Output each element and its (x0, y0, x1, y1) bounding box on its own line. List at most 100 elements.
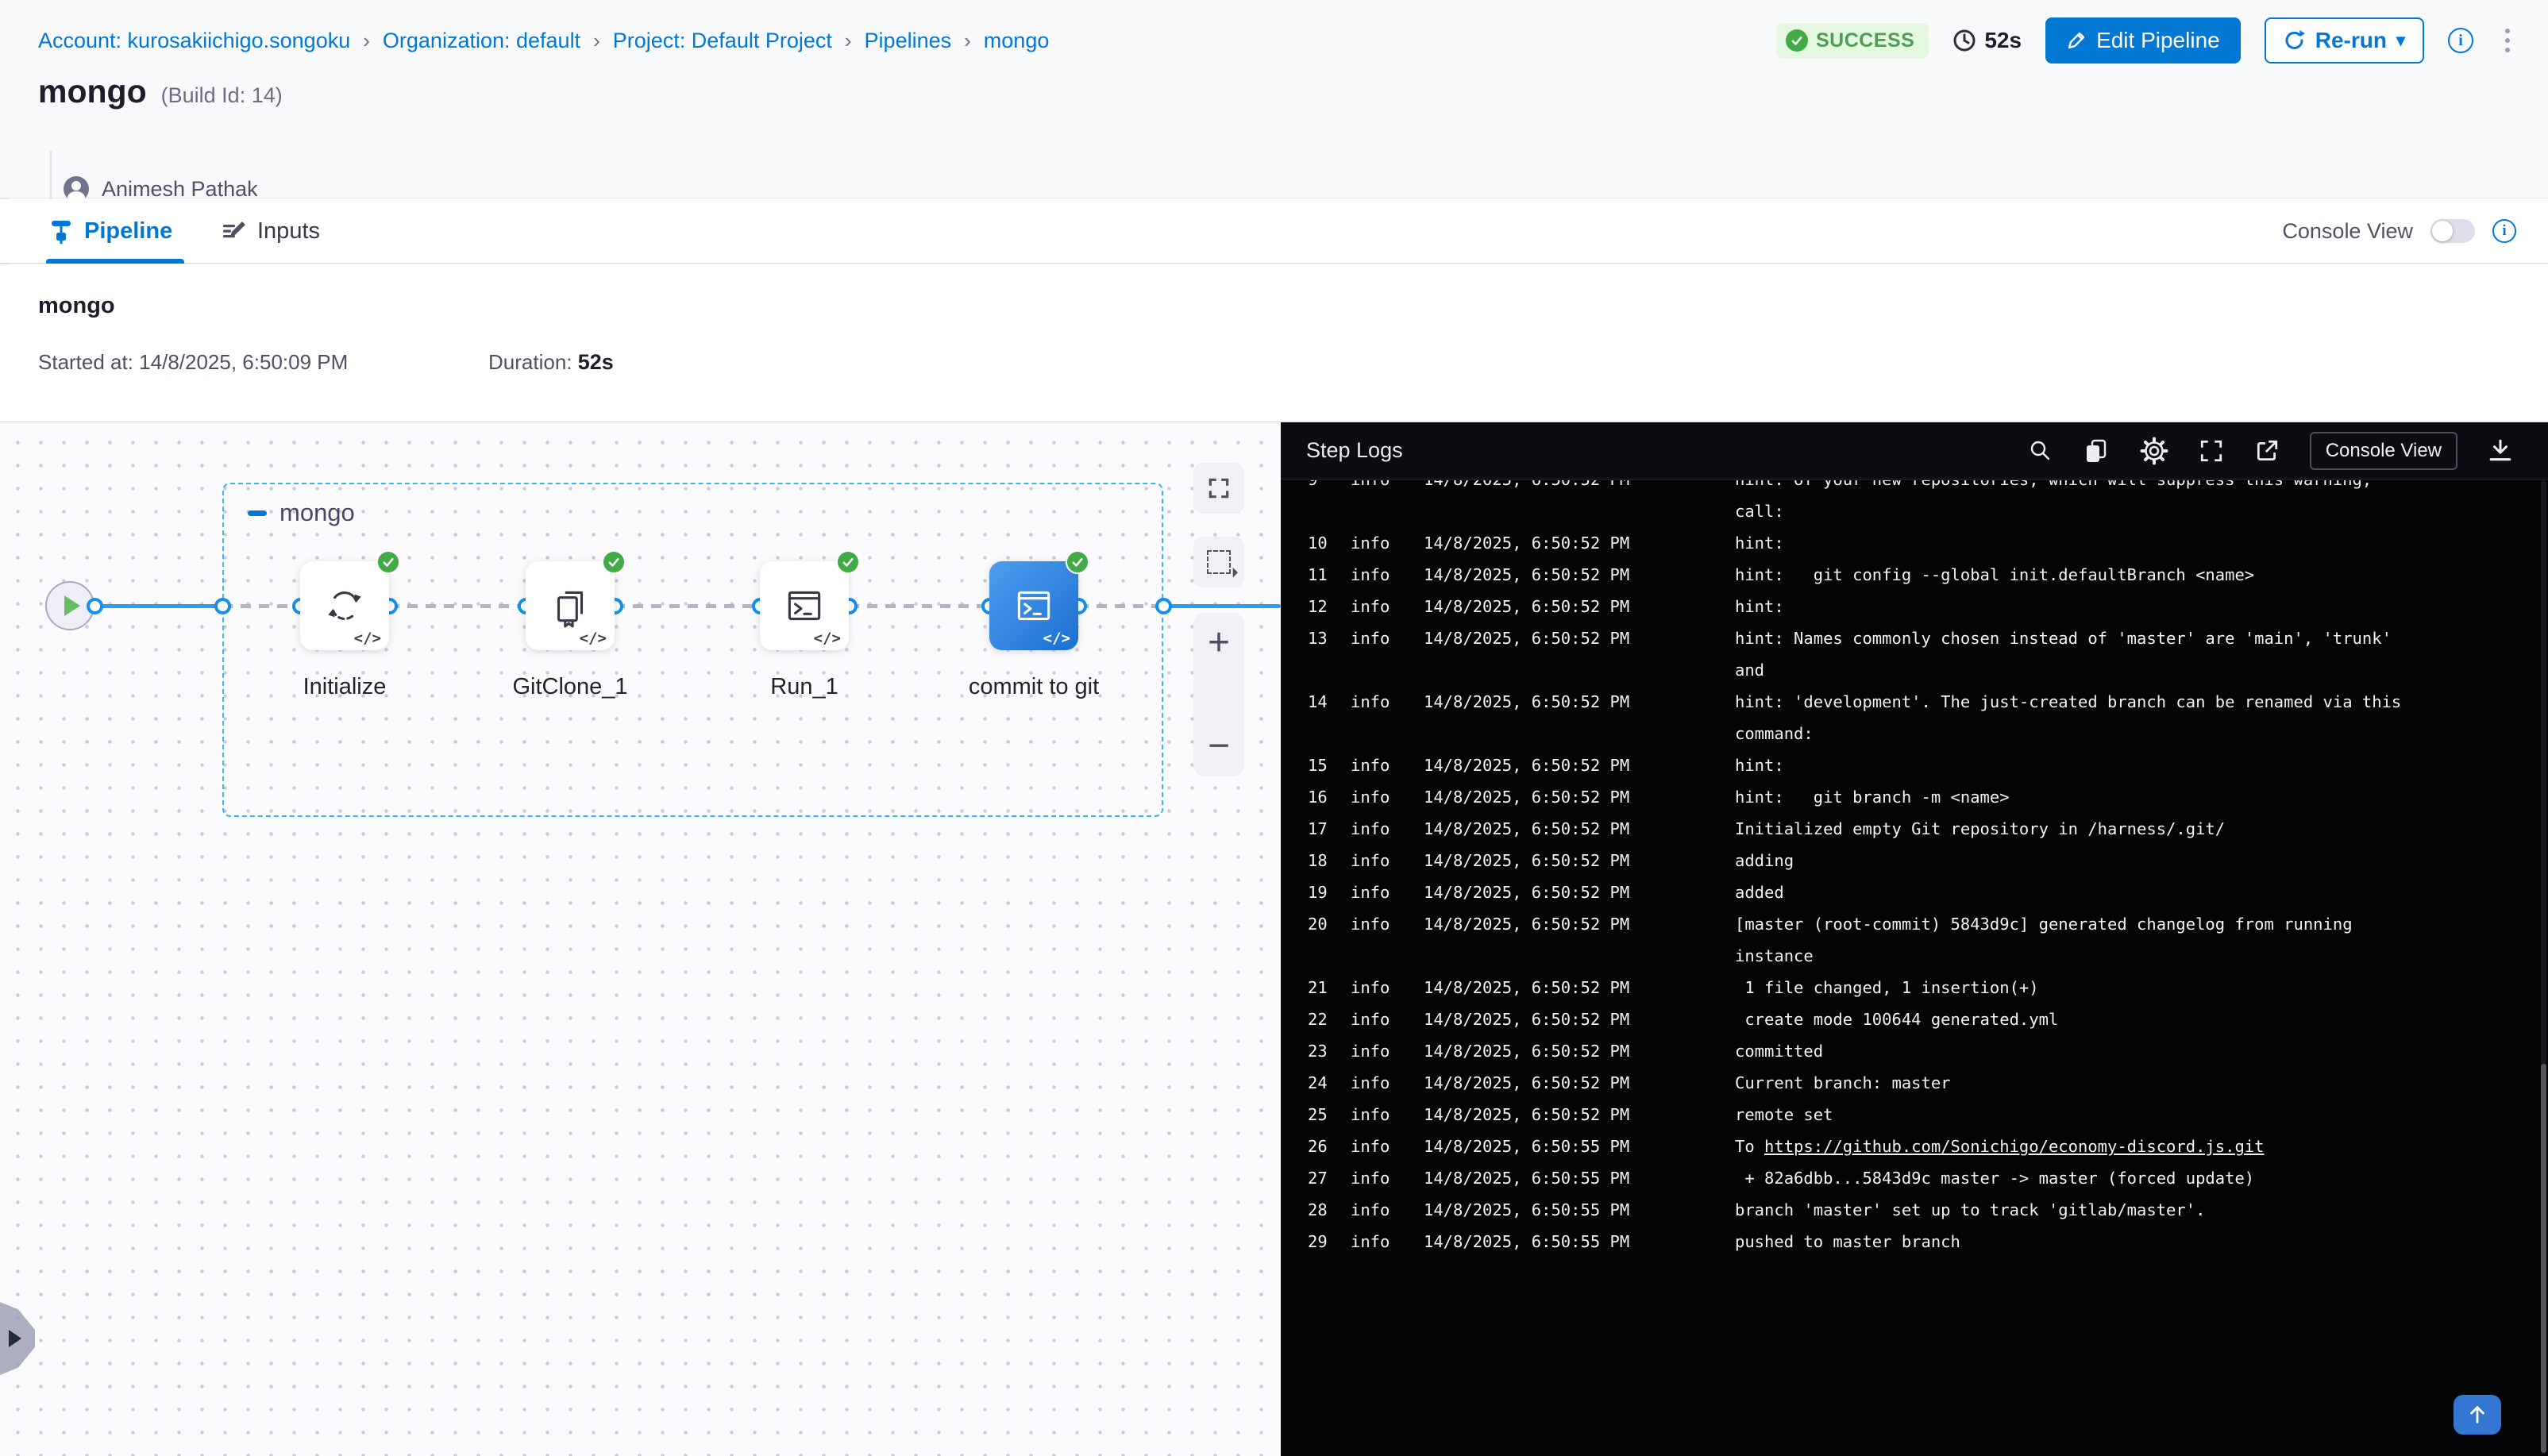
duration: Duration: 52s (488, 350, 614, 375)
person-icon (64, 176, 89, 202)
refresh-icon (2284, 29, 2306, 52)
log-row: 22info14/8/2025, 6:50:52 PM create mode … (1308, 1003, 2538, 1035)
step-logs-panel: Step Logs Console View 9info14/8/20 (1281, 422, 2548, 1456)
zoom-out-button[interactable]: − (1208, 730, 1230, 762)
log-row: 21info14/8/2025, 6:50:52 PM 1 file chang… (1308, 972, 2538, 1003)
edge-start-to-stage (94, 604, 222, 608)
scroll-to-top-button[interactable] (2454, 1395, 2501, 1435)
log-row-continuation: and (1308, 654, 2538, 686)
log-row: 11info14/8/2025, 6:50:52 PMhint: git con… (1308, 559, 2538, 591)
step-success-badge (602, 550, 626, 574)
breadcrumb-organization[interactable]: Organization: default (383, 29, 580, 53)
build-id: (Build Id: 14) (161, 83, 283, 108)
breadcrumb-pipelines[interactable]: Pipelines (865, 29, 952, 53)
log-row: 9info14/8/2025, 6:50:52 PMhint: of your … (1308, 480, 2538, 495)
step-logs-header: Step Logs Console View (1281, 422, 2548, 480)
play-icon (9, 1330, 21, 1347)
edge (849, 604, 989, 608)
check-circle-icon (1786, 29, 1808, 52)
log-row: 27info14/8/2025, 6:50:55 PM + 82a6dbb...… (1308, 1162, 2538, 1194)
log-row: 15info14/8/2025, 6:50:52 PMhint: (1308, 749, 2538, 781)
run-title: mongo (Build Id: 14) (38, 73, 283, 110)
log-body[interactable]: 9info14/8/2025, 6:50:52 PMhint: of your … (1281, 480, 2538, 1456)
pipeline-canvas[interactable]: mongo </> Initialize </> GitClone_1 (0, 423, 1281, 1456)
step-node-commit-to-git[interactable]: </> (989, 561, 1078, 650)
fullscreen-icon[interactable] (2199, 438, 2224, 464)
gear-icon[interactable] (2140, 437, 2168, 465)
page-title: mongo (38, 73, 147, 110)
edge (1078, 604, 1163, 608)
console-view-control: Console View i (2282, 199, 2516, 263)
step-node-initialize[interactable]: </> (300, 561, 389, 650)
step-success-badge (1066, 550, 1089, 574)
log-row: 20info14/8/2025, 6:50:52 PM[master (root… (1308, 908, 2538, 940)
breadcrumb-pipeline-name[interactable]: mongo (984, 29, 1050, 53)
log-row: 12info14/8/2025, 6:50:52 PMhint: (1308, 591, 2538, 622)
breadcrumb-account[interactable]: Account: kurosakiichigo.songoku (38, 29, 350, 53)
step-node-gitclone[interactable]: </> (526, 561, 615, 650)
copy-icon[interactable] (2083, 437, 2110, 464)
log-rows: 9info14/8/2025, 6:50:52 PMhint: of your … (1281, 480, 2538, 1258)
code-icon[interactable]: </> (1043, 630, 1070, 647)
log-link[interactable]: https://github.com/Sonichigo/economy-dis… (1764, 1137, 2264, 1156)
tab-pipeline-label: Pipeline (84, 218, 172, 245)
selection-icon (1207, 550, 1231, 574)
status-text: SUCCESS (1816, 29, 1914, 52)
log-row: 29info14/8/2025, 6:50:55 PMpushed to mas… (1308, 1226, 2538, 1258)
edit-pipeline-button[interactable]: Edit Pipeline (2045, 17, 2241, 64)
stage-name: mongo (279, 499, 355, 527)
log-row: 16info14/8/2025, 6:50:52 PMhint: git bra… (1308, 781, 2538, 813)
breadcrumb-separator: › (363, 29, 370, 53)
breadcrumb: Account: kurosakiichigo.songoku › Organi… (38, 29, 1049, 53)
zoom-in-button[interactable]: + (1208, 627, 1230, 659)
console-view-label: Console View (2282, 219, 2413, 244)
log-row: 24info14/8/2025, 6:50:52 PMCurrent branc… (1308, 1067, 2538, 1099)
log-row: 25info14/8/2025, 6:50:52 PMremote set (1308, 1099, 2538, 1131)
step-node-run[interactable]: </> (760, 561, 849, 650)
download-icon[interactable] (2488, 438, 2513, 464)
status-badge: SUCCESS (1776, 23, 1929, 59)
search-icon[interactable] (2029, 439, 2053, 463)
author-row: Animesh Pathak (64, 176, 258, 202)
tab-inputs[interactable]: Inputs (221, 199, 320, 263)
edge (222, 604, 300, 608)
collapse-stage-icon[interactable] (248, 510, 267, 516)
log-row: 18info14/8/2025, 6:50:52 PMadding (1308, 845, 2538, 876)
execution-summary: mongo Started at: 14/8/2025, 6:50:09 PM … (0, 264, 2548, 422)
breadcrumb-separator: › (845, 29, 852, 53)
log-row: 23info14/8/2025, 6:50:52 PMcommitted (1308, 1035, 2538, 1067)
canvas-selection-button[interactable] (1193, 537, 1244, 587)
rerun-label: Re-run (2315, 28, 2387, 53)
pipeline-icon (49, 218, 73, 244)
scrollbar-thumb[interactable] (2541, 1064, 2546, 1453)
play-icon (64, 595, 80, 616)
info-icon[interactable]: i (2492, 219, 2516, 243)
duration-text: 52s (1984, 28, 2022, 53)
canvas-fullscreen-button[interactable] (1193, 463, 1244, 514)
port (87, 598, 103, 614)
rerun-button[interactable]: Re-run ▾ (2265, 17, 2424, 64)
terminal-icon (1011, 583, 1057, 629)
page-header: Account: kurosakiichigo.songoku › Organi… (0, 0, 2548, 198)
duration-chip: 52s (1952, 28, 2022, 53)
log-toolbar: Console View (2029, 432, 2513, 470)
kebab-menu-icon[interactable] (2497, 25, 2518, 56)
step-label: GitClone_1 (459, 674, 681, 700)
code-icon[interactable]: </> (814, 630, 841, 647)
console-view-button[interactable]: Console View (2310, 432, 2457, 470)
tab-inputs-label: Inputs (257, 218, 320, 245)
expand-panel-handle[interactable] (0, 1302, 35, 1375)
info-icon[interactable]: i (2448, 28, 2473, 53)
breadcrumb-project[interactable]: Project: Default Project (613, 29, 832, 53)
external-link-icon[interactable] (2254, 438, 2280, 464)
edit-pipeline-label: Edit Pipeline (2096, 28, 2220, 53)
breadcrumb-separator: › (964, 29, 971, 53)
code-icon[interactable]: </> (354, 630, 381, 647)
console-view-toggle[interactable] (2430, 219, 2475, 243)
log-row-continuation: call: (1308, 495, 2538, 527)
inputs-icon (221, 218, 246, 244)
code-icon[interactable]: </> (580, 630, 607, 647)
canvas-zoom-controls: + − (1193, 613, 1244, 776)
tab-pipeline[interactable]: Pipeline (49, 199, 172, 263)
log-scrollbar[interactable] (2541, 480, 2546, 1453)
